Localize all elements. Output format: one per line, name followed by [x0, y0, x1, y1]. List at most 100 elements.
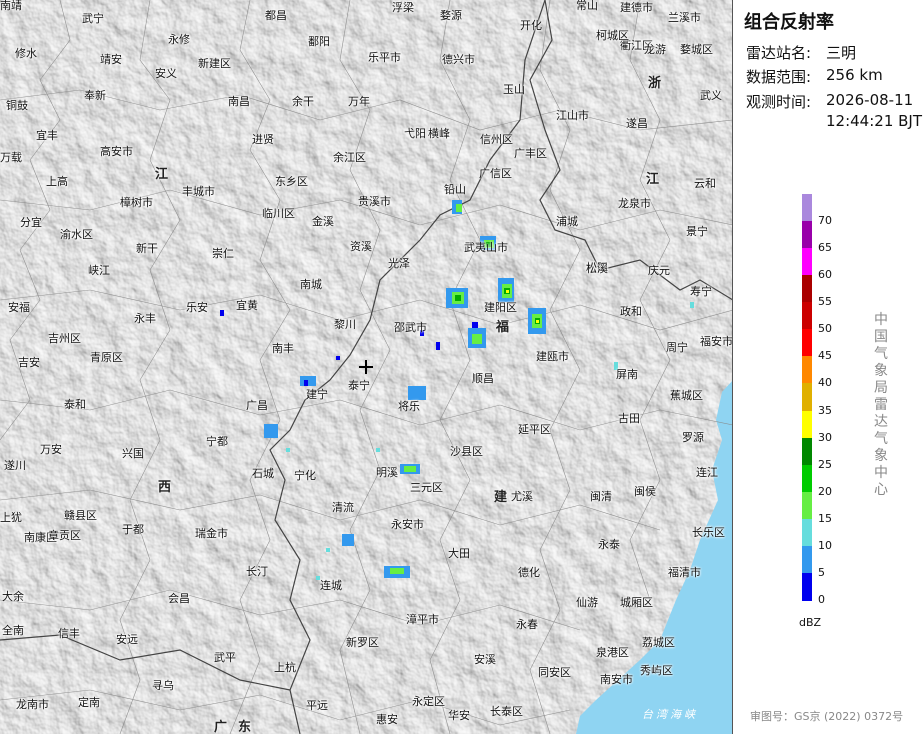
- place-label: 松溪: [586, 262, 608, 275]
- place-label: 广昌: [246, 399, 268, 412]
- station-value: 三明: [826, 44, 857, 62]
- place-label: 武义: [700, 89, 722, 102]
- place-label: 广丰区: [514, 147, 547, 160]
- place-label: 延平区: [518, 423, 551, 436]
- legend-label: 10: [818, 538, 832, 552]
- place-label: 南安市: [600, 673, 633, 686]
- place-label: 新干: [136, 242, 158, 255]
- place-label: 永修: [168, 33, 190, 46]
- place-label: 政和: [620, 305, 642, 318]
- place-label: 宜黄: [236, 299, 258, 312]
- place-label: 遂昌: [626, 117, 648, 130]
- place-label: 泰和: [64, 398, 86, 411]
- place-label: 余干: [292, 95, 314, 108]
- place-label: 兴国: [122, 447, 144, 460]
- place-label: 余江区: [333, 151, 366, 164]
- legend-label: 55: [818, 295, 832, 309]
- radar-map[interactable]: 江 西 福 建 浙 江 广 东 台湾海峡 武宁 都昌 浮梁 婺源 开化 建德市 兰溪市 修水永…: [0, 0, 733, 734]
- legend-swatch: [802, 491, 812, 520]
- place-label: 云和: [694, 177, 716, 190]
- place-label: 奉新: [84, 89, 106, 102]
- agency-char: 中: [874, 465, 888, 481]
- place-label: 峡江: [88, 264, 110, 277]
- place-label: 乐平市: [368, 51, 401, 64]
- place-label: 瑞金市: [195, 527, 228, 540]
- range-value: 256 km: [826, 66, 883, 84]
- legend-label: 20: [818, 484, 832, 498]
- legend-label: 0: [818, 593, 825, 606]
- place-label: 长汀: [246, 565, 268, 578]
- place-label: 泰宁: [348, 379, 370, 392]
- agency-char: 达: [874, 414, 888, 430]
- place-label: 临川区: [262, 207, 295, 220]
- place-label: 弋阳: [404, 127, 426, 140]
- province-label: 江: [155, 167, 169, 182]
- legend-swatch: [802, 572, 812, 601]
- place-label: 玉山: [503, 83, 525, 96]
- place-label: 大余: [2, 590, 24, 603]
- place-label: 南城: [300, 278, 322, 291]
- place-label: 建阳区: [484, 301, 517, 314]
- place-label: 婺源: [440, 9, 462, 22]
- legend-swatch: [802, 464, 812, 493]
- legend-swatch: [802, 545, 812, 574]
- legend-label: 5: [818, 565, 825, 579]
- legend-label: 65: [818, 241, 832, 255]
- place-label: 武宁: [82, 12, 104, 25]
- place-label: 蕉城区: [670, 389, 703, 402]
- legend-label: 50: [818, 322, 832, 336]
- place-label: 万载: [0, 151, 22, 164]
- legend-swatch: [802, 275, 812, 304]
- place-label: 万安: [40, 443, 62, 456]
- place-label: 屏南: [616, 368, 638, 381]
- place-label: 吉州区: [48, 332, 81, 345]
- place-label: 福安市: [700, 335, 733, 348]
- agency-char: 中: [874, 312, 888, 328]
- place-label: 常山: [576, 0, 598, 12]
- place-label: 开化: [520, 19, 542, 32]
- agency-char: 局: [874, 380, 888, 396]
- place-label: 横峰: [428, 127, 450, 140]
- place-label: 长泰区: [490, 705, 523, 718]
- place-label: 邵武市: [394, 321, 427, 334]
- place-label: 永春: [516, 618, 538, 631]
- place-label: 寿宁: [690, 285, 712, 298]
- place-label: 会昌: [168, 592, 190, 605]
- legend-swatch: [802, 194, 812, 222]
- place-label: 石城: [252, 467, 274, 480]
- place-label: 上杭: [274, 661, 296, 674]
- sea-label: 台湾海峡: [642, 708, 698, 721]
- place-label: 信州区: [480, 133, 513, 146]
- place-label: 沙县区: [450, 445, 483, 458]
- province-label: 西: [158, 480, 172, 495]
- legend-label: 15: [818, 511, 832, 525]
- place-label: 樟树市: [120, 196, 153, 209]
- place-label: 遂川: [4, 459, 26, 472]
- place-label: 广信区: [479, 167, 512, 180]
- place-label: 景宁: [686, 225, 708, 238]
- place-label: 罗源: [682, 431, 704, 444]
- place-label: 于都: [122, 523, 144, 536]
- legend-swatch: [802, 410, 812, 439]
- station-label: 雷达站名:: [746, 44, 812, 62]
- province-label: 江: [646, 172, 660, 187]
- place-label: 宁都: [206, 435, 228, 448]
- place-label: 龙游: [644, 43, 666, 56]
- agency-char: 心: [874, 482, 888, 498]
- place-label: 高安市: [100, 145, 133, 158]
- place-label: 仙游: [576, 596, 598, 609]
- place-label: 武平: [214, 651, 236, 664]
- radar-screen: 江 西 福 建 浙 江 广 东 台湾海峡 武宁 都昌 浮梁 婺源 开化 建德市 兰溪市 修水永…: [0, 0, 924, 734]
- place-label: 新罗区: [346, 636, 379, 649]
- legend-label: 25: [818, 457, 832, 471]
- place-label: 南丰: [272, 342, 294, 355]
- place-label: 崇仁: [212, 247, 234, 260]
- terrain-layer: [0, 0, 732, 734]
- place-label: 贵溪市: [358, 195, 391, 208]
- place-label: 华安: [448, 709, 470, 722]
- place-label: 德化: [518, 566, 540, 579]
- place-label: 三元区: [410, 481, 443, 494]
- range-label: 数据范围:: [746, 68, 812, 86]
- province-label: 浙: [648, 76, 662, 91]
- place-label: 赣县区: [64, 509, 97, 522]
